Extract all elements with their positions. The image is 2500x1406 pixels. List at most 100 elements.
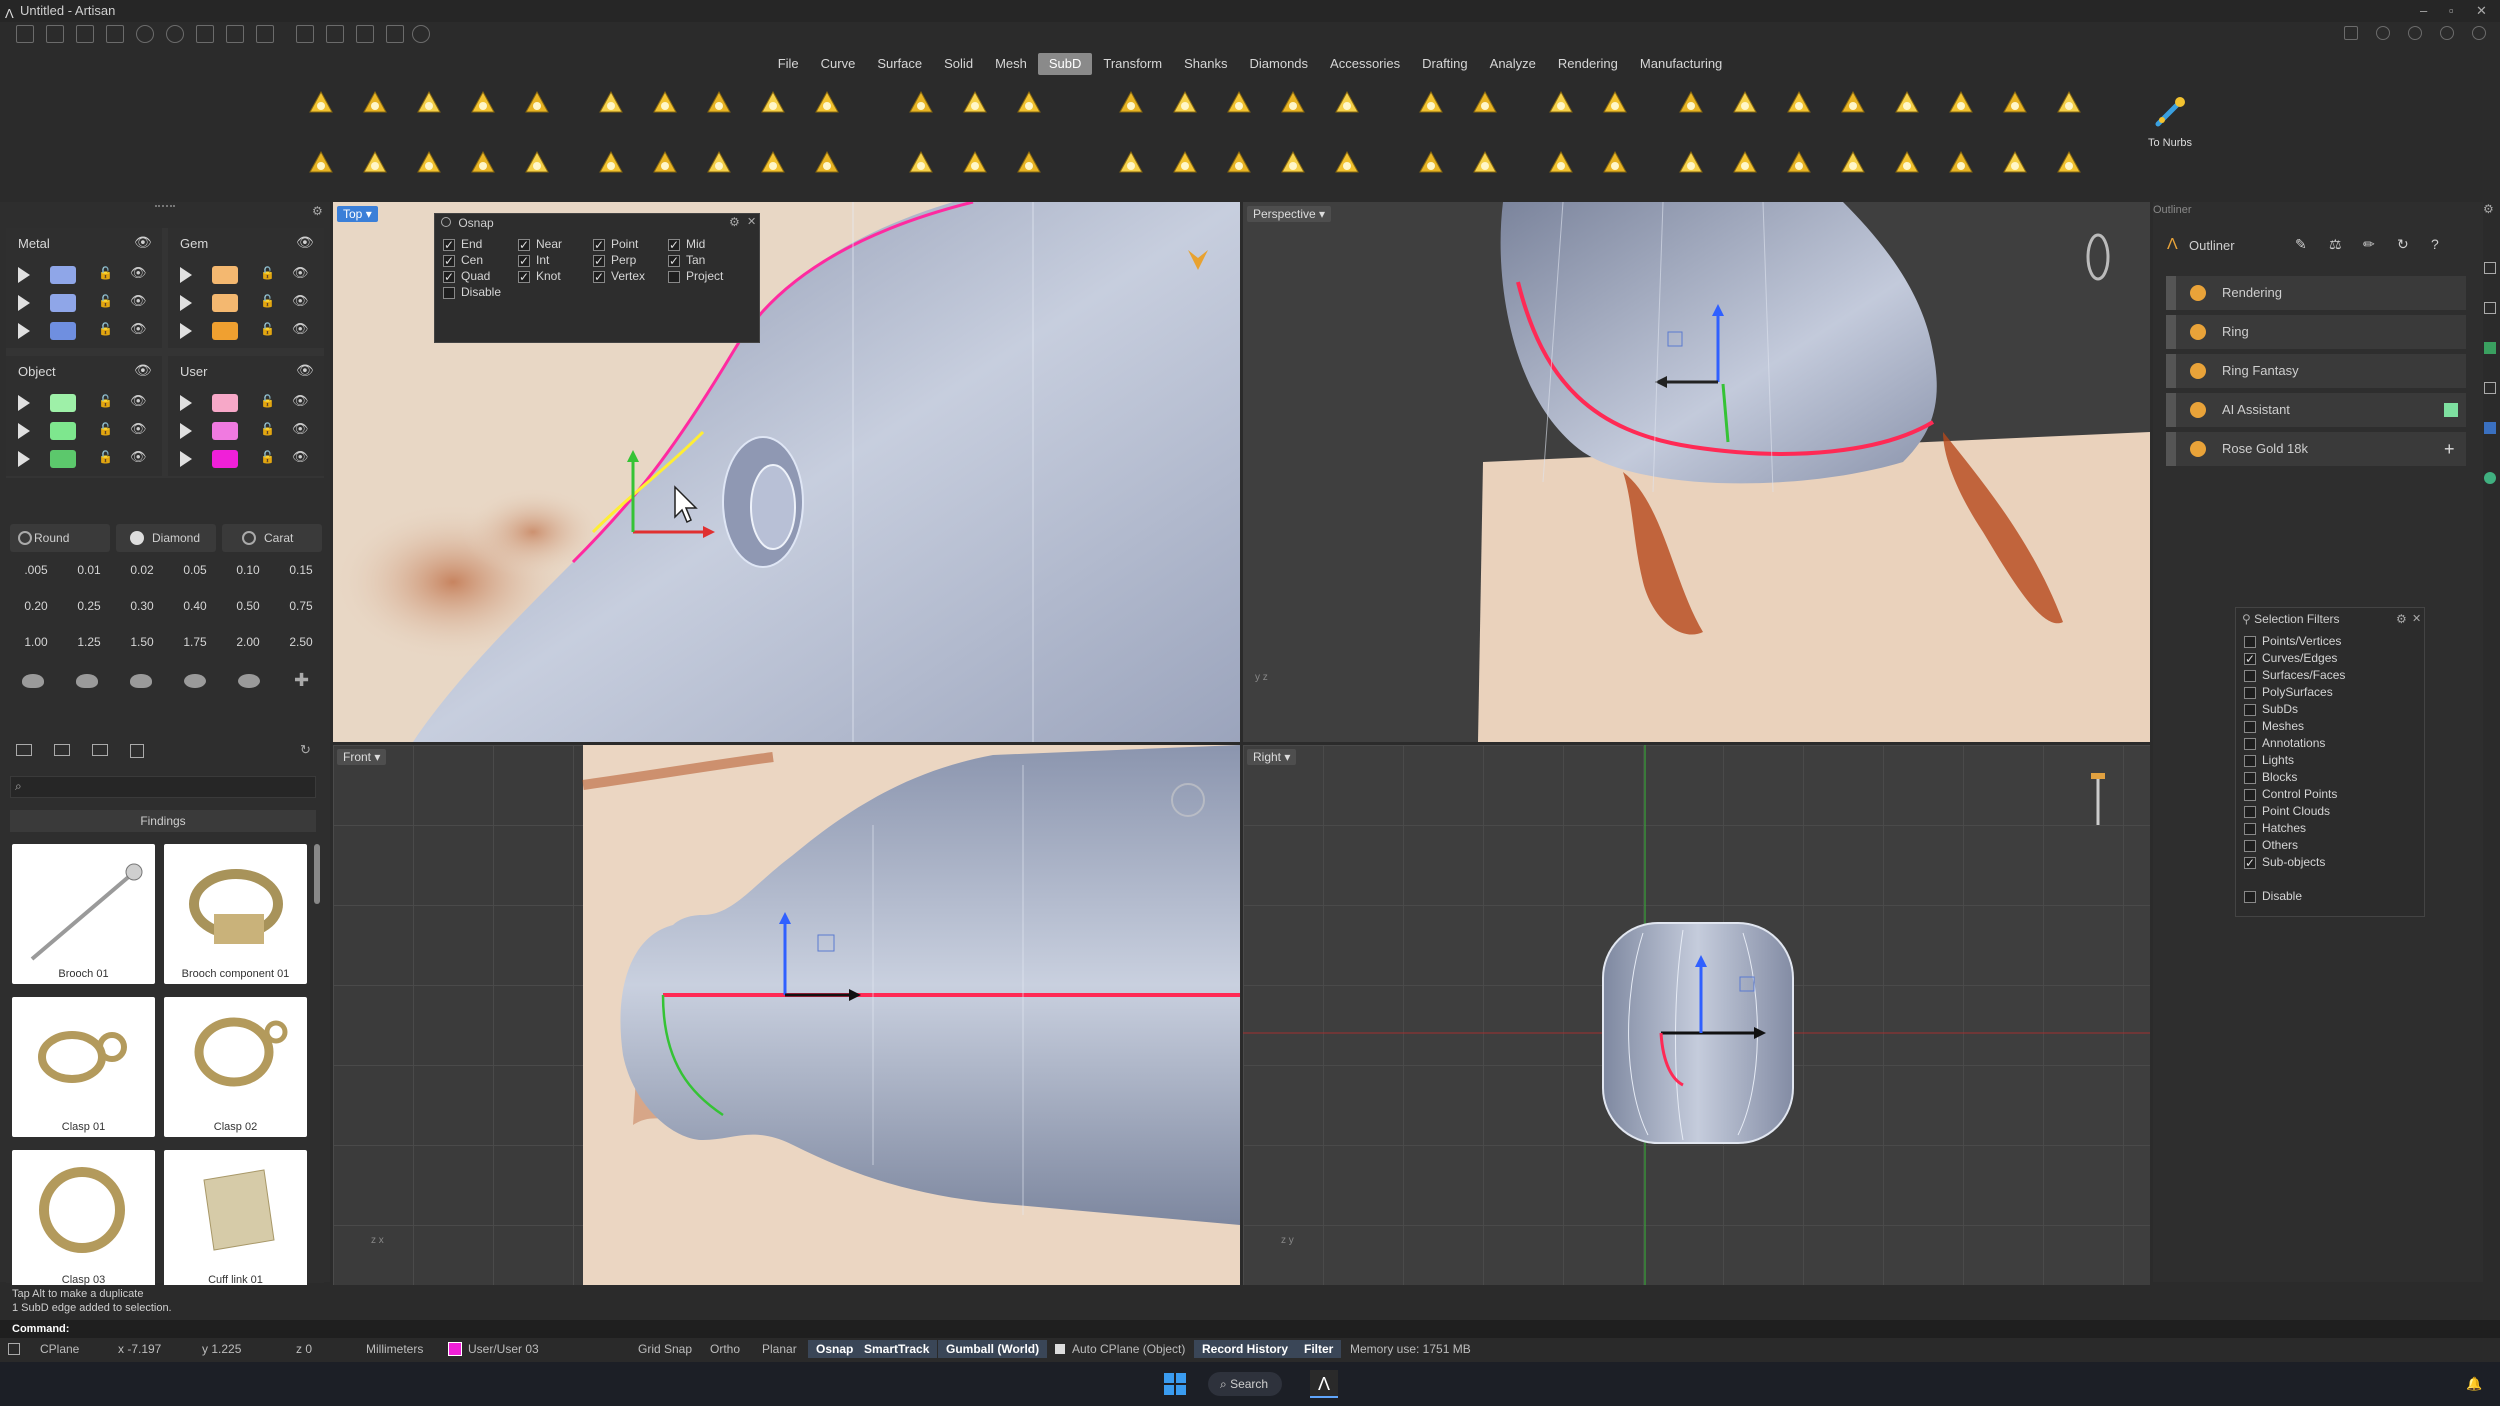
- pencil-icon[interactable]: ✏: [2363, 236, 2375, 253]
- pipette-icon[interactable]: ✎: [2295, 236, 2307, 253]
- wave-tool-button[interactable]: [1326, 82, 1368, 124]
- curve-tool-button[interactable]: [300, 142, 342, 184]
- hex-tool-button[interactable]: [1724, 142, 1766, 184]
- loft-tool-button[interactable]: [644, 142, 686, 184]
- lock-icon[interactable]: 🔓: [98, 422, 113, 436]
- viewport-tab-front[interactable]: Front ▾: [337, 749, 387, 765]
- cage-tool-button[interactable]: [806, 142, 848, 184]
- split-tool-button[interactable]: [698, 82, 740, 124]
- box-tool-button[interactable]: [408, 142, 450, 184]
- filter-item[interactable]: Control Points: [2244, 786, 2414, 803]
- loft-tool-button[interactable]: [644, 82, 686, 124]
- menu-tab-file[interactable]: File: [767, 50, 810, 78]
- visibility-icon[interactable]: 👁: [130, 393, 147, 409]
- checkbox[interactable]: [668, 253, 680, 269]
- status-panel-toggle-icon[interactable]: [8, 1343, 20, 1355]
- play-icon[interactable]: [180, 295, 192, 311]
- checkbox[interactable]: [593, 237, 605, 253]
- filter-item[interactable]: Surfaces/Faces: [2244, 667, 2414, 684]
- play-icon[interactable]: [180, 323, 192, 339]
- subd-tool-button[interactable]: [900, 82, 942, 124]
- folder-icon[interactable]: [16, 744, 32, 756]
- balance-icon[interactable]: ⚖: [2329, 236, 2342, 253]
- lock-icon[interactable]: 🔓: [98, 294, 113, 308]
- checkbox[interactable]: [2244, 737, 2256, 750]
- lock-icon[interactable]: 🔓: [260, 422, 275, 436]
- osnap-disable[interactable]: Disable: [443, 284, 501, 300]
- filter-item[interactable]: Points/Vertices: [2244, 633, 2414, 650]
- visibility-icon[interactable]: 👁: [292, 293, 309, 309]
- torus-tool-button[interactable]: [516, 142, 558, 184]
- mesh-tool-button[interactable]: [1994, 82, 2036, 124]
- mirror-tool-button[interactable]: [1410, 142, 1452, 184]
- account-icon[interactable]: [2472, 26, 2486, 40]
- grid-tool-button[interactable]: [2048, 142, 2090, 184]
- torus-tool-button[interactable]: [516, 82, 558, 124]
- viewport-perspective[interactable]: Perspective ▾ y z: [1243, 202, 2150, 742]
- folder-open-icon[interactable]: [54, 744, 70, 756]
- help-icon[interactable]: ?: [2431, 236, 2439, 252]
- gem-size-button[interactable]: 2.00: [222, 628, 274, 656]
- mirror-tool-button[interactable]: [1410, 82, 1452, 124]
- gem-shape-diamond-button[interactable]: Diamond: [116, 524, 216, 552]
- outliner-item[interactable]: Ring: [2166, 315, 2466, 349]
- checkbox[interactable]: [443, 237, 455, 253]
- gem-tool-button[interactable]: [1832, 142, 1874, 184]
- checkbox[interactable]: [2244, 754, 2256, 767]
- wrap-tool-button[interactable]: [1218, 142, 1260, 184]
- cage-tool-button[interactable]: [806, 82, 848, 124]
- visibility-icon[interactable]: 👁: [130, 293, 147, 309]
- finding-card[interactable]: Clasp 02: [164, 997, 307, 1137]
- notification-icon[interactable]: 🔔: [2466, 1376, 2482, 1392]
- gem-size-button[interactable]: 0.40: [169, 592, 221, 620]
- curve-tool-button[interactable]: [300, 82, 342, 124]
- viewport-tab-right[interactable]: Right ▾: [1247, 749, 1297, 765]
- refresh-icon[interactable]: ↻: [300, 742, 311, 758]
- status-layer[interactable]: User/User 03: [468, 1340, 539, 1358]
- edit-tool-button[interactable]: [1008, 82, 1050, 124]
- side-strip-icon[interactable]: [2484, 472, 2496, 484]
- gem-size-button[interactable]: 0.20: [10, 592, 62, 620]
- layer-group-visibility-icon[interactable]: 👁: [296, 362, 314, 379]
- gem-size-button[interactable]: 2.50: [275, 628, 327, 656]
- status-record-history[interactable]: Record History: [1194, 1340, 1297, 1358]
- osnap-quad[interactable]: Quad: [443, 268, 490, 285]
- taskbar-search[interactable]: ⌕ Search: [1208, 1372, 1282, 1396]
- osnap-end[interactable]: End: [443, 236, 482, 253]
- play-icon[interactable]: [180, 423, 192, 439]
- filter-item[interactable]: Annotations: [2244, 735, 2414, 752]
- filter-close-icon[interactable]: ✕: [2412, 612, 2421, 625]
- layer-color-swatch[interactable]: [50, 322, 76, 340]
- facet-tool-button[interactable]: [1670, 82, 1712, 124]
- filter-item[interactable]: Hatches: [2244, 820, 2414, 837]
- checkbox[interactable]: [2244, 651, 2256, 668]
- layer-group-visibility-icon[interactable]: 👁: [296, 234, 314, 251]
- sphere-tool-button[interactable]: [462, 142, 504, 184]
- windows-start-icon[interactable]: [1164, 1373, 1186, 1395]
- undo-icon[interactable]: [136, 25, 154, 43]
- panel-toggle-icon[interactable]: [2344, 26, 2358, 40]
- minimize-button[interactable]: –: [2420, 0, 2427, 22]
- template-icon[interactable]: [46, 25, 64, 43]
- status-grid-snap[interactable]: Grid Snap: [638, 1340, 692, 1358]
- crease-tool-button[interactable]: [954, 142, 996, 184]
- lock-icon[interactable]: 🔓: [260, 394, 275, 408]
- osnap-knot[interactable]: Knot: [518, 268, 561, 285]
- checkbox[interactable]: [668, 270, 680, 283]
- crease-tool-button[interactable]: [954, 82, 996, 124]
- subd-tool-button[interactable]: [900, 142, 942, 184]
- side-strip-icon[interactable]: [2484, 422, 2496, 434]
- open-folder-icon[interactable]: [106, 25, 124, 43]
- osnap-vertex[interactable]: Vertex: [593, 268, 645, 285]
- finding-card[interactable]: Clasp 03: [12, 1150, 155, 1290]
- globe-icon[interactable]: [2408, 26, 2422, 40]
- play-icon[interactable]: [18, 323, 30, 339]
- play-icon[interactable]: [180, 395, 192, 411]
- viewport-tab-top[interactable]: Top ▾: [337, 206, 378, 222]
- octa-tool-button[interactable]: [1778, 142, 1820, 184]
- redo-icon[interactable]: [166, 25, 184, 43]
- osnap-point[interactable]: Point: [593, 236, 638, 253]
- menu-tab-curve[interactable]: Curve: [810, 50, 867, 78]
- status-filter[interactable]: Filter: [1296, 1340, 1342, 1358]
- save-icon[interactable]: [196, 25, 214, 43]
